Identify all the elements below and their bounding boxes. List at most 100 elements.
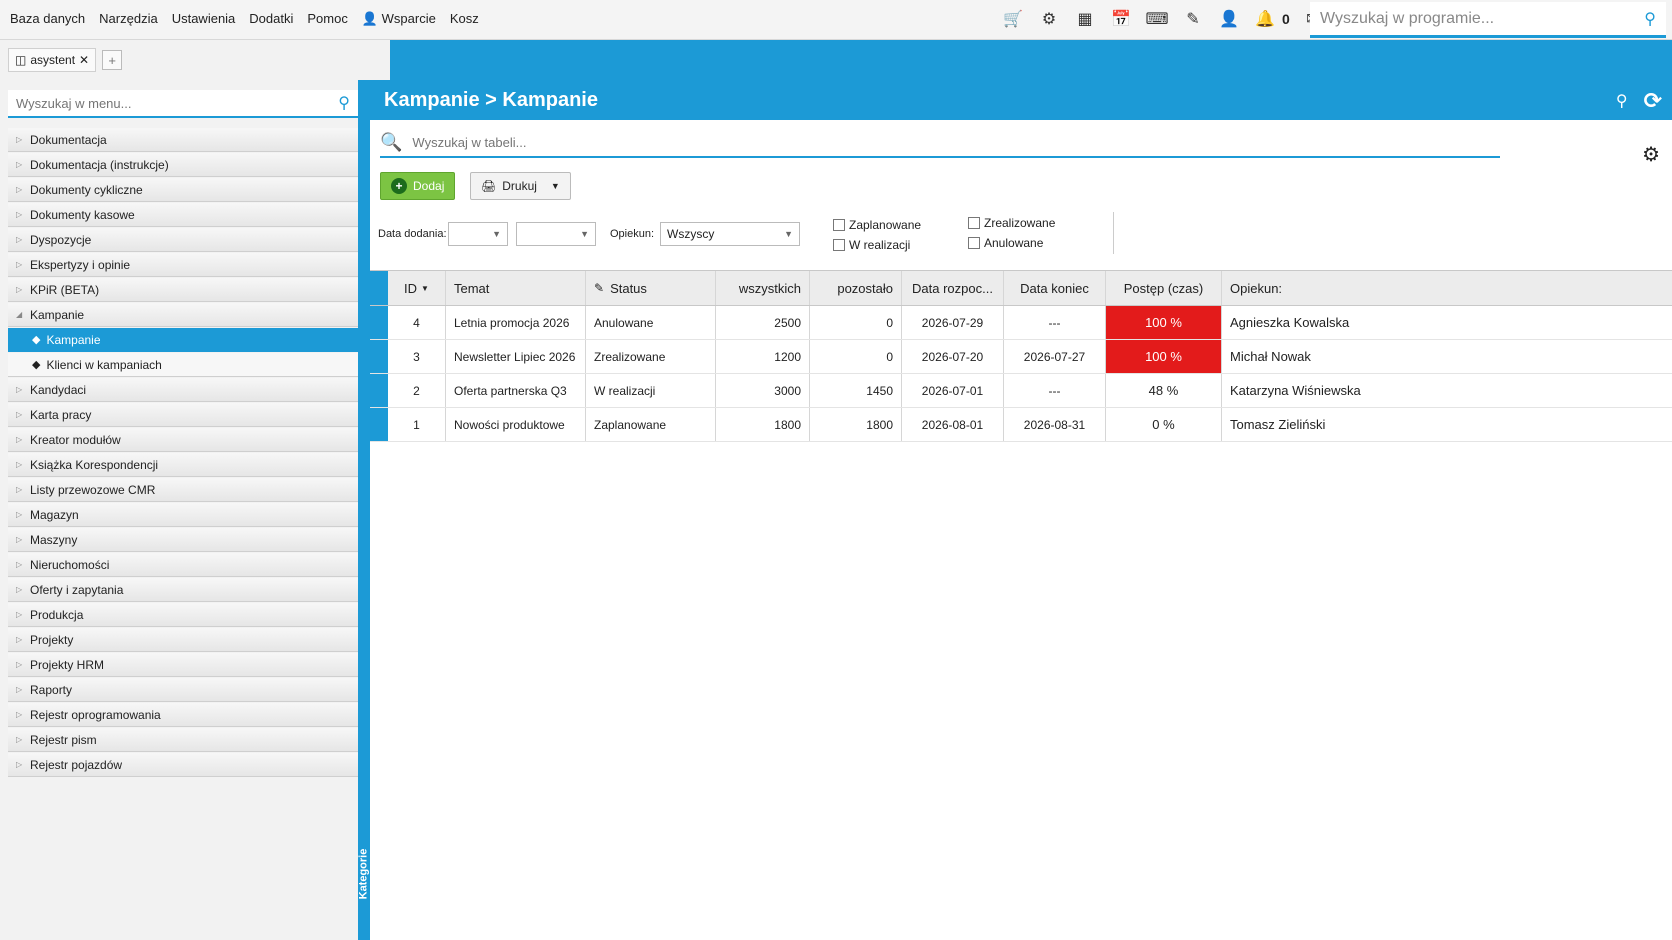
table-search-input[interactable] bbox=[412, 134, 1500, 150]
checkbox-anulowane[interactable]: Anulowane bbox=[968, 236, 1043, 250]
sidebar-item[interactable]: ▷ Ekspertyzy i opinie bbox=[8, 253, 358, 277]
date-to-select[interactable]: ▼ bbox=[516, 222, 596, 246]
sidebar-item[interactable]: ▷ Rejestr oprogramowania bbox=[8, 703, 358, 727]
sidebar-item[interactable]: ▷ Rejestr pojazdów bbox=[8, 753, 358, 777]
table-row[interactable]: 1 Nowości produktowe Zaplanowane 1800 1800 20… bbox=[370, 408, 1672, 442]
cart-icon[interactable]: 🛒 bbox=[1000, 6, 1026, 32]
sidebar-item[interactable]: ▷ Projekty bbox=[8, 628, 358, 652]
checkbox-anulowane-label: Anulowane bbox=[984, 236, 1044, 250]
checkbox-zaplanowane[interactable]: Zaplanowane bbox=[833, 218, 921, 232]
sidebar-item[interactable]: ▷ Dokumentacja (instrukcje) bbox=[8, 153, 358, 177]
column-header-temat[interactable]: Temat bbox=[446, 271, 586, 305]
main-menu: Baza danych Narzędzia Ustawienia Dodatki… bbox=[10, 11, 479, 27]
sidebar-item[interactable]: ▷ Dokumentacja bbox=[8, 128, 358, 152]
column-header-opiekun[interactable]: Opiekun: bbox=[1222, 271, 1672, 305]
sidebar-item[interactable]: ▷ Karta pracy bbox=[8, 403, 358, 427]
menu-search-input[interactable] bbox=[16, 95, 339, 111]
cell-temat: Oferta partnerska Q3 bbox=[446, 374, 586, 407]
sidebar-item[interactable]: ▷ Książka Korespondencji bbox=[8, 453, 358, 477]
sidebar-item[interactable]: ▷ Maszyny bbox=[8, 528, 358, 552]
sidebar-item[interactable]: ▷ Rejestr pism bbox=[8, 728, 358, 752]
sidebar-item-label: Nieruchomości bbox=[30, 557, 110, 572]
sidebar-item[interactable]: ▷ Raporty bbox=[8, 678, 358, 702]
tab-asystent[interactable]: ◫ asystent ✕ bbox=[8, 48, 97, 72]
menu-item-dodatki[interactable]: Dodatki bbox=[249, 11, 293, 27]
checkbox-zrealizowane[interactable]: Zrealizowane bbox=[968, 216, 1055, 230]
categories-label: Kategorie bbox=[357, 848, 370, 900]
menu-search: ⚲ bbox=[8, 90, 358, 118]
sidebar-item[interactable]: ▷ Listy przewozowe CMR bbox=[8, 478, 358, 502]
cell-opiekun: Katarzyna Wiśniewska bbox=[1230, 383, 1361, 398]
sidebar-item[interactable]: ▷ KPiR (BETA) bbox=[8, 278, 358, 302]
cell-progress: 48 % bbox=[1106, 374, 1222, 407]
sidebar-item[interactable]: ▷ Projekty HRM bbox=[8, 653, 358, 677]
settings-icon[interactable]: ⚙ bbox=[1036, 6, 1062, 32]
building-icon[interactable]: ▦ bbox=[1072, 6, 1098, 32]
user-icon[interactable]: 👤 bbox=[1216, 6, 1242, 32]
sidebar-item[interactable]: ▷ Oferty i zapytania bbox=[8, 578, 358, 602]
categories-panel-toggle[interactable]: Kategorie bbox=[357, 80, 370, 940]
gear-icon[interactable]: ⚙ bbox=[1642, 142, 1660, 167]
column-header-start-date[interactable]: Data rozpoc... bbox=[902, 271, 1004, 305]
opiekun-select[interactable]: Wszyscy ▼ bbox=[660, 222, 800, 246]
menu-item-ustawienia[interactable]: Ustawienia bbox=[172, 11, 236, 27]
sidebar-item[interactable]: ▷ Dokumenty kasowe bbox=[8, 203, 358, 227]
table-row[interactable]: 4 Letnia promocja 2026 Anulowane 2500 0 2026-… bbox=[370, 306, 1672, 340]
sidebar-item[interactable]: ▷ Nieruchomości bbox=[8, 553, 358, 577]
column-header-progress[interactable]: Postęp (czas) bbox=[1106, 271, 1222, 305]
column-header-id[interactable]: ID ▼ bbox=[388, 271, 446, 305]
column-header-end-date[interactable]: Data koniec bbox=[1004, 271, 1106, 305]
sidebar-item[interactable]: ◆ Kampanie bbox=[8, 328, 358, 352]
keyboard-icon[interactable]: ⌨ bbox=[1144, 6, 1170, 32]
sidebar-item-label: Dokumentacja bbox=[30, 132, 107, 147]
close-icon[interactable]: ✕ bbox=[79, 53, 89, 67]
sidebar-item[interactable]: ▷ Kandydaci bbox=[8, 378, 358, 402]
search-icon[interactable]: ⚲ bbox=[1644, 9, 1656, 29]
chevron-down-icon: ▼ bbox=[492, 229, 501, 239]
cell-end-date: --- bbox=[1004, 306, 1106, 339]
table-header: ID ▼ Temat ✎ Status wszystkich pozostało D… bbox=[370, 270, 1672, 306]
date-from-select[interactable]: ▼ bbox=[448, 222, 508, 246]
column-header-status[interactable]: ✎ Status bbox=[586, 271, 716, 305]
table-row[interactable]: 2 Oferta partnerska Q3 W realizacji 3000 145… bbox=[370, 374, 1672, 408]
add-tab-button[interactable]: + bbox=[102, 50, 123, 70]
table-row[interactable]: 3 Newsletter Lipiec 2026 Zrealizowane 1200 0… bbox=[370, 340, 1672, 374]
magnifier-icon: 🔍 bbox=[380, 131, 403, 152]
checkbox-w-realizacji[interactable]: W realizacji bbox=[833, 238, 910, 252]
menu-item-kosz[interactable]: Kosz bbox=[450, 11, 479, 27]
sidebar-item[interactable]: ▷ Kreator modułów bbox=[8, 428, 358, 452]
checkbox-zrealizowane-label: Zrealizowane bbox=[984, 216, 1056, 230]
cell-wszystkich: 1800 bbox=[716, 408, 810, 441]
global-search-input[interactable] bbox=[1320, 9, 1645, 28]
search-icon[interactable]: ⚲ bbox=[1616, 91, 1628, 111]
print-button[interactable]: 🖨 Drukuj ▼ bbox=[470, 172, 571, 200]
bell-icon[interactable]: 🔔 bbox=[1252, 6, 1278, 32]
chevron-down-icon: ▼ bbox=[580, 229, 589, 239]
calendar-icon[interactable]: 📅 bbox=[1108, 6, 1134, 32]
sidebar-item[interactable]: ▷ Dyspozycje bbox=[8, 228, 358, 252]
sidebar-item[interactable]: ▷ Magazyn bbox=[8, 503, 358, 527]
search-icon[interactable]: ⚲ bbox=[338, 93, 350, 113]
refresh-icon[interactable]: ⟳ bbox=[1644, 88, 1662, 114]
menu-item-narzedzia[interactable]: Narzędzia bbox=[99, 11, 158, 27]
menu-item-pomoc[interactable]: Pomoc bbox=[307, 11, 347, 27]
column-header-pozostalo[interactable]: pozostało bbox=[810, 271, 902, 305]
column-header-wszystkich[interactable]: wszystkich bbox=[716, 271, 810, 305]
sidebar-item[interactable]: ▷ Produkcja bbox=[8, 603, 358, 627]
chevron-right-icon: ▷ bbox=[16, 260, 23, 269]
cell-wszystkich: 1200 bbox=[716, 340, 810, 373]
chevron-down-icon[interactable]: ▼ bbox=[551, 181, 560, 191]
add-button[interactable]: + Dodaj bbox=[380, 172, 456, 200]
sidebar-item[interactable]: ◆ Klienci w kampaniach bbox=[8, 353, 358, 377]
date-added-label: Data dodania: bbox=[378, 228, 447, 240]
chevron-right-icon: ▷ bbox=[16, 460, 23, 469]
divider bbox=[1113, 212, 1114, 254]
menu-item-baza-danych[interactable]: Baza danych bbox=[10, 11, 85, 27]
sidebar-item[interactable]: ◢ Kampanie bbox=[8, 303, 358, 327]
sidebar-item-label: Projekty bbox=[30, 632, 74, 647]
chevron-right-icon: ▷ bbox=[16, 235, 23, 244]
edit-icon[interactable]: ✎ bbox=[1180, 6, 1206, 32]
sidebar-item[interactable]: ▷ Dokumenty cykliczne bbox=[8, 178, 358, 202]
menu-item-wsparcie[interactable]: 👤 Wsparcie bbox=[362, 11, 436, 27]
sidebar-item-label: Oferty i zapytania bbox=[30, 582, 124, 597]
